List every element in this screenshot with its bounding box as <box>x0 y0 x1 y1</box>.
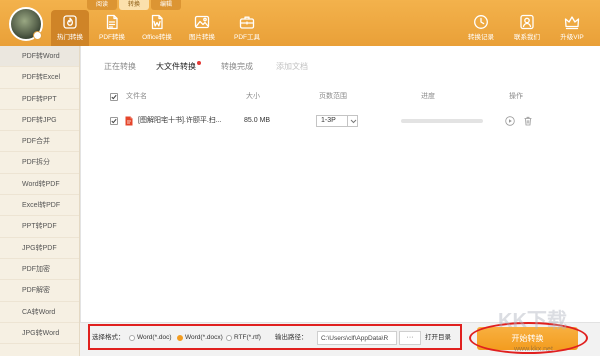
tab-large-file-label: 大文件转换 <box>156 62 196 71</box>
clock-icon <box>474 15 488 29</box>
toolbar-contact-label: 联系我们 <box>514 34 540 41</box>
tab-large-file[interactable]: 大文件转换 <box>156 61 201 72</box>
top-tab-edit[interactable]: 编辑 <box>151 0 181 10</box>
file-size: 85.0 MB <box>244 117 271 124</box>
pdf-document-icon <box>106 14 118 30</box>
sidebar-item-pdf-to-ppt[interactable]: PDF转PPT <box>0 89 79 110</box>
toolbar-image-convert-button[interactable]: 图片转换 <box>183 10 221 46</box>
top-tab-read[interactable]: 阅读 <box>87 0 117 10</box>
format-radio-docx[interactable] <box>177 335 183 341</box>
hot-convert-icon <box>63 15 77 29</box>
sidebar-item-pdf-to-jpg[interactable]: PDF转JPG <box>0 110 79 132</box>
output-path-field[interactable] <box>317 331 397 345</box>
watermark-url: www.kkx.net <box>514 346 553 353</box>
toolbar-pdf-tools-label: PDF工具 <box>234 34 260 41</box>
tab-completed[interactable]: 转换完成 <box>221 62 253 72</box>
toolbar-office-convert-label: Office转换 <box>142 34 172 41</box>
sidebar-item-jpg-to-word[interactable]: JPG转Word <box>0 323 79 345</box>
sidebar-item-jpg-to-pdf[interactable]: JPG转PDF <box>0 238 79 259</box>
chevron-down-icon <box>350 119 356 124</box>
row-checkbox[interactable] <box>110 117 118 125</box>
checkmark-icon <box>111 118 117 124</box>
top-tab-bar: 阅读 转换 编辑 <box>87 0 183 10</box>
app-header: 阅读 转换 编辑 热门转换 PDF转换 Office转换 图片转换 PDF工具 … <box>0 0 600 46</box>
open-directory-button[interactable]: 打开目录 <box>425 333 451 343</box>
image-icon <box>194 15 210 29</box>
tab-completed-label: 转换完成 <box>221 62 253 71</box>
toolbar-pdf-convert-label: PDF转换 <box>99 34 125 41</box>
contact-icon <box>520 14 534 30</box>
browse-button[interactable]: ··· <box>399 331 421 345</box>
office-document-icon <box>151 14 163 30</box>
sidebar-item-ppt-to-pdf[interactable]: PPT转PDF <box>0 216 79 238</box>
conversion-panel: 正在转换 大文件转换 转换完成 添加文档 文件名 大小 页数范围 进度 操作 [… <box>80 46 600 322</box>
tab-add-document[interactable]: 添加文档 <box>276 62 308 72</box>
progress-bar <box>401 119 483 123</box>
sidebar-item-caj-to-word[interactable]: CA转Word <box>0 302 79 323</box>
sidebar-item-word-to-pdf[interactable]: Word转PDF <box>0 174 79 196</box>
toolbar-contact-button[interactable]: 联系我们 <box>508 10 546 46</box>
format-radio-doc[interactable] <box>129 335 135 341</box>
column-header-file-name: 文件名 <box>126 93 147 100</box>
output-path-label: 输出路径： <box>275 334 308 341</box>
crown-icon <box>564 16 580 30</box>
toolbar-pdf-convert-button[interactable]: PDF转换 <box>93 10 131 46</box>
pdf-file-icon <box>125 116 133 126</box>
format-label: 选择格式： <box>92 334 125 341</box>
toolbar-pdf-tools-button[interactable]: PDF工具 <box>228 10 266 46</box>
toolbar-upgrade-vip-label: 升级VIP <box>560 34 584 41</box>
tab-add-document-label: 添加文档 <box>276 62 308 71</box>
toolbar-history-label: 转换记录 <box>468 34 494 41</box>
sidebar-item-pdf-decrypt[interactable]: PDF解密 <box>0 280 79 302</box>
format-option-docx[interactable]: Word(*.docx) <box>185 333 223 343</box>
toolbox-icon <box>239 16 255 29</box>
checkmark-icon <box>111 94 117 100</box>
watermark-brand: KK下载 <box>498 310 567 332</box>
sidebar-item-pdf-encrypt[interactable]: PDF加密 <box>0 259 79 281</box>
sidebar-item-excel-to-pdf[interactable]: Excel转PDF <box>0 195 79 217</box>
top-tab-convert[interactable]: 转换 <box>119 0 149 10</box>
toolbar-image-convert-label: 图片转换 <box>189 34 215 41</box>
column-header-actions: 操作 <box>509 93 523 100</box>
play-icon[interactable] <box>505 116 515 126</box>
format-option-rtf[interactable]: RTF(*.rtf) <box>234 333 261 343</box>
sidebar-item-pdf-to-excel[interactable]: PDF转Excel <box>0 67 79 89</box>
toolbar-hot-convert-button[interactable]: 热门转换 <box>51 10 89 46</box>
format-radio-rtf[interactable] <box>226 335 232 341</box>
page-range-dropdown-button[interactable] <box>347 116 357 126</box>
tab-converting-label: 正在转换 <box>104 62 136 71</box>
column-header-progress: 进度 <box>421 93 435 100</box>
trash-icon[interactable] <box>523 116 533 126</box>
toolbar-history-button[interactable]: 转换记录 <box>462 10 500 46</box>
sidebar-item-pdf-to-word[interactable]: PDF转Word <box>0 46 79 68</box>
toolbar-upgrade-vip-button[interactable]: 升级VIP <box>553 10 591 46</box>
select-all-checkbox[interactable] <box>110 93 118 101</box>
notification-dot <box>197 61 201 65</box>
avatar-badge <box>33 31 42 40</box>
tab-converting[interactable]: 正在转换 <box>104 62 136 72</box>
page-range-select[interactable]: 1-3P <box>316 115 358 127</box>
format-option-doc[interactable]: Word(*.doc) <box>137 333 172 343</box>
sidebar: PDF转Word PDF转Excel PDF转PPT PDF转JPG PDF合并… <box>0 46 80 356</box>
toolbar-office-convert-button[interactable]: Office转换 <box>138 10 176 46</box>
file-name: [图解阳宅十书].许颐平.扫... <box>138 117 222 124</box>
column-header-page-range: 页数范围 <box>319 93 347 100</box>
sidebar-item-pdf-merge[interactable]: PDF合并 <box>0 131 79 153</box>
page-range-value: 1-3P <box>321 117 336 124</box>
column-header-size: 大小 <box>246 93 260 100</box>
sidebar-item-pdf-split[interactable]: PDF拆分 <box>0 152 79 174</box>
